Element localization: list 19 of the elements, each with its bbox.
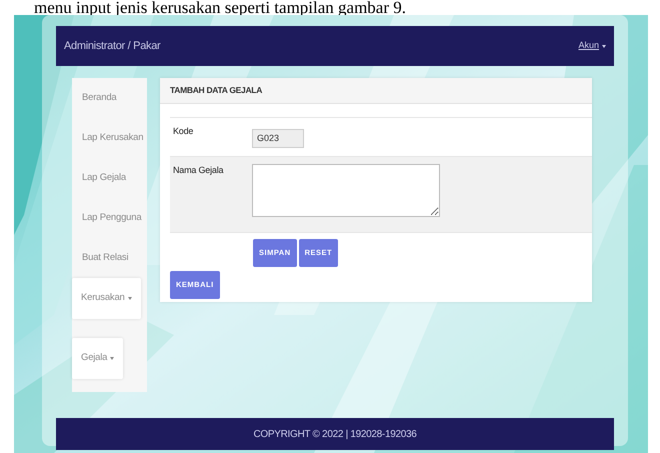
caret-icon: [602, 44, 606, 48]
account-menu[interactable]: Akun: [578, 39, 606, 53]
footer: COPYRIGHT © 2022 | 192028-192036: [56, 418, 614, 450]
sidebar-dropdown[interactable]: Kerusakan: [72, 278, 141, 319]
field-label: Nama Gejala: [172, 164, 224, 177]
field-label: Kode: [172, 125, 194, 138]
panel-title: TAMBAH DATA GEJALA: [160, 78, 592, 104]
caption: menu input jenis kerusakan seperti tampilan gambar 9.: [33, 0, 408, 15]
caret-icon: [128, 297, 132, 300]
text-area[interactable]: [252, 164, 440, 217]
sidebar-item[interactable]: Beranda: [72, 78, 147, 118]
code-field[interactable]: G023: [252, 128, 304, 148]
brand-title: Administrator / Pakar: [64, 38, 160, 54]
sidebar-dropdown[interactable]: Gejala: [72, 338, 124, 379]
sidebar-item[interactable]: Lap Kerusakan: [72, 118, 147, 158]
caret-icon: [110, 357, 114, 360]
sidebar-item[interactable]: Lap Pengguna: [72, 198, 147, 238]
sidebar-item[interactable]: Lap Gejala: [72, 158, 147, 198]
sidebar-item[interactable]: Buat Relasi: [72, 238, 147, 278]
